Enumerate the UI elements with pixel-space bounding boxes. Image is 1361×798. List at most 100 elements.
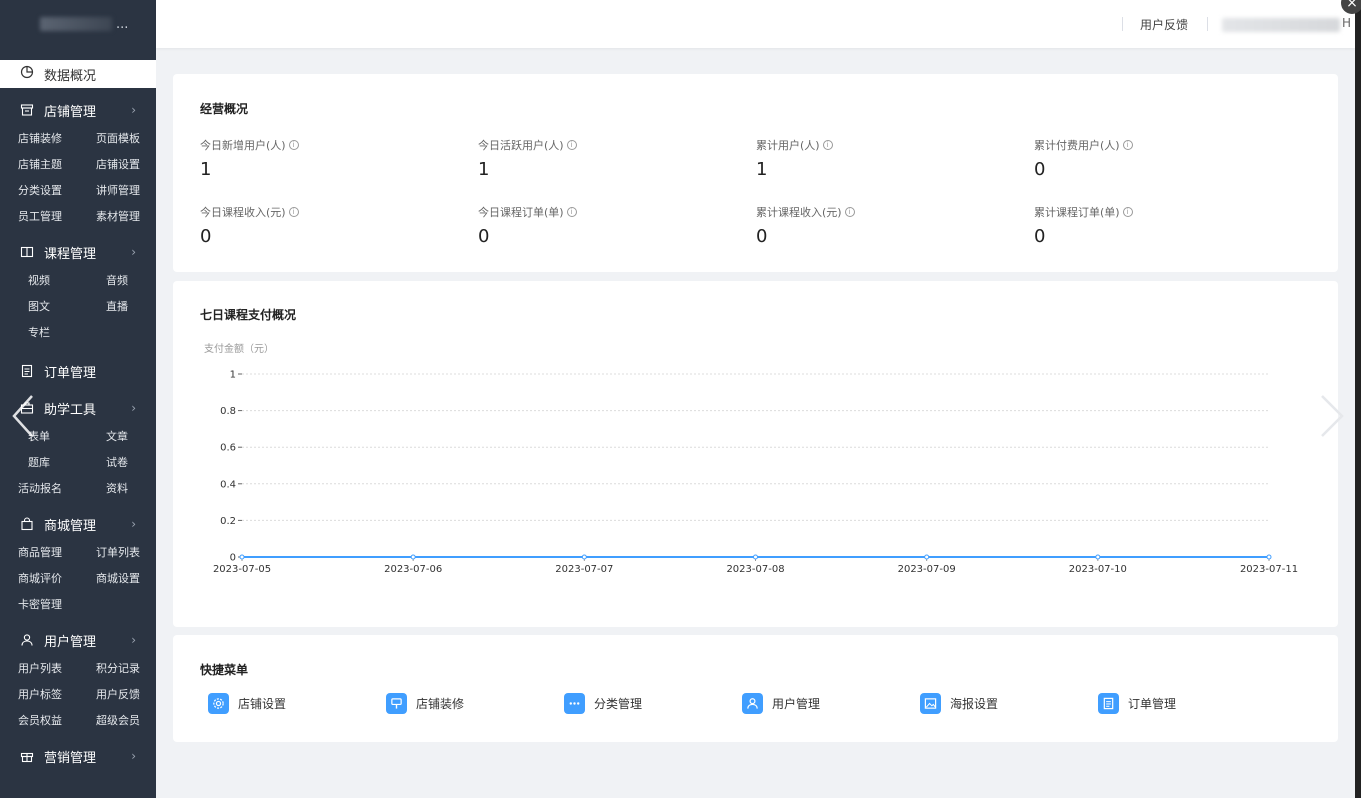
quick-order-management[interactable]: 订单管理 bbox=[1098, 693, 1176, 714]
seven-day-payment-card: 七日课程支付概况 支付金额（元） 0 0.2 0.4 0.6 0.8 1 2023-07-05… bbox=[173, 281, 1338, 627]
info-icon[interactable]: i bbox=[822, 140, 833, 150]
brand-name-blurred bbox=[40, 17, 112, 31]
metric-new-users-today: 今日新增用户(人) i 1 bbox=[200, 137, 299, 180]
order-icon bbox=[20, 364, 34, 378]
quick-label: 店铺设置 bbox=[238, 697, 287, 711]
sidebar-subitem[interactable]: 商品管理 bbox=[18, 540, 96, 566]
x-tick-label: 2023-07-08 bbox=[726, 564, 784, 575]
sidebar-section-users: 用户管理 › 用户列表 积分记录 用户标签 用户反馈 会员权益 超级会员 bbox=[0, 624, 156, 734]
payment-line-chart: 支付金额（元） 0 0.2 0.4 0.6 0.8 1 2023-07-05 2023-07-0… bbox=[204, 342, 1298, 575]
brand-logo[interactable]: ... bbox=[0, 0, 156, 48]
card-title: 经营概况 bbox=[200, 102, 249, 116]
metric-value: 0 bbox=[478, 226, 490, 247]
metric-active-users-today: 今日活跃用户(人) i 1 bbox=[478, 137, 577, 180]
quick-label: 用户管理 bbox=[772, 697, 821, 711]
info-icon[interactable]: i bbox=[566, 140, 577, 150]
metric-course-orders-today: 今日课程订单(单) i 0 bbox=[478, 204, 577, 247]
sidebar-subitem[interactable]: 素材管理 bbox=[96, 204, 156, 230]
sidebar-subitem[interactable]: 用户反馈 bbox=[96, 682, 156, 708]
shopping-bag-icon bbox=[20, 517, 34, 531]
gift-icon bbox=[20, 749, 34, 763]
sidebar-section-mall: 商城管理 › 商品管理 订单列表 商城评价 商城设置 卡密管理 bbox=[0, 508, 156, 618]
quick-store-settings[interactable]: 店铺设置 bbox=[208, 693, 286, 714]
quick-store-decoration[interactable]: 店铺装修 bbox=[386, 693, 464, 714]
sidebar-subitem[interactable]: 音频 bbox=[106, 268, 156, 294]
info-icon[interactable]: i bbox=[288, 140, 299, 150]
pie-chart-icon bbox=[20, 65, 34, 83]
sidebar-subitem[interactable]: 图文 bbox=[28, 294, 106, 320]
sidebar-subitem[interactable]: 试卷 bbox=[106, 450, 156, 476]
sidebar-subitem[interactable]: 活动报名 bbox=[18, 476, 96, 502]
info-icon[interactable]: i bbox=[566, 207, 577, 217]
sidebar-item-orders[interactable]: 订单管理 bbox=[0, 356, 156, 386]
sidebar-section-head-users[interactable]: 用户管理 › bbox=[0, 624, 156, 656]
sidebar-subitem[interactable]: 商城设置 bbox=[96, 566, 156, 592]
sidebar-section-head-marketing[interactable]: 营销管理 › bbox=[0, 740, 156, 772]
sidebar-subitem[interactable]: 页面模板 bbox=[96, 126, 156, 152]
quick-category-management[interactable]: 分类管理 bbox=[564, 693, 642, 714]
sidebar-subitem[interactable]: 店铺主题 bbox=[18, 152, 96, 178]
business-overview-card: 经营概况 今日新增用户(人) i 1 今日活跃用户(人) i 1 累计用户(人) i … bbox=[173, 74, 1338, 272]
sidebar-subitem[interactable]: 文章 bbox=[106, 424, 156, 450]
carousel-prev-arrow-icon[interactable] bbox=[10, 394, 36, 438]
sidebar-subitem[interactable]: 卡密管理 bbox=[18, 592, 96, 618]
info-icon[interactable]: i bbox=[1122, 140, 1133, 150]
y-tick-label: 0.2 bbox=[220, 516, 236, 527]
gear-icon bbox=[208, 693, 229, 714]
sidebar-subitem[interactable]: 讲师管理 bbox=[96, 178, 156, 204]
carousel-next-arrow-icon[interactable] bbox=[1318, 394, 1346, 438]
top-header: 用户反馈 H bbox=[156, 0, 1355, 48]
sidebar-subitem[interactable]: 分类设置 bbox=[18, 178, 96, 204]
sidebar-subitem[interactable]: 商城评价 bbox=[18, 566, 96, 592]
sidebar-subitem[interactable]: 积分记录 bbox=[96, 656, 156, 682]
sidebar-subitem[interactable]: 用户列表 bbox=[18, 656, 96, 682]
sidebar-subitem[interactable]: 视频 bbox=[28, 268, 106, 294]
sidebar-section-head-mall[interactable]: 商城管理 › bbox=[0, 508, 156, 540]
header-divider bbox=[1122, 17, 1123, 31]
data-point bbox=[753, 554, 758, 560]
sidebar-subitem[interactable]: 直播 bbox=[106, 294, 156, 320]
metric-value: 1 bbox=[756, 159, 768, 180]
sidebar-subitem[interactable]: 用户标签 bbox=[18, 682, 96, 708]
metric-total-course-orders: 累计课程订单(单) i 0 bbox=[1034, 204, 1133, 247]
info-icon[interactable]: i bbox=[288, 207, 299, 217]
sidebar-section-head-course[interactable]: 课程管理 › bbox=[0, 236, 156, 268]
sidebar-item-label: 数据概况 bbox=[44, 68, 97, 84]
document-icon bbox=[1098, 693, 1119, 714]
sidebar-subitem[interactable]: 员工管理 bbox=[18, 204, 96, 230]
user-icon bbox=[742, 693, 763, 714]
sidebar-subitem[interactable]: 表单 bbox=[28, 424, 106, 450]
sidebar-section-head-store[interactable]: 店铺管理 › bbox=[0, 94, 156, 126]
metric-label: 累计付费用户(人) bbox=[1034, 139, 1120, 152]
user-feedback-link[interactable]: 用户反馈 bbox=[1140, 16, 1188, 33]
sidebar-subitem[interactable]: 订单列表 bbox=[96, 540, 156, 566]
quick-poster-settings[interactable]: 海报设置 bbox=[920, 693, 998, 714]
data-point bbox=[410, 554, 416, 560]
user-account-blurred[interactable] bbox=[1222, 18, 1340, 32]
sidebar-subitem[interactable]: 超级会员 bbox=[96, 708, 156, 734]
quick-label: 订单管理 bbox=[1128, 697, 1177, 711]
metric-label: 今日新增用户(人) bbox=[200, 139, 286, 152]
sidebar-section-store: 店铺管理 › 店铺装修 页面模板 店铺主题 店铺设置 分类设置 讲师管理 员工管… bbox=[0, 94, 156, 230]
x-tick-label: 2023-07-11 bbox=[1240, 564, 1298, 575]
sidebar-subitem[interactable]: 专栏 bbox=[28, 320, 106, 346]
sidebar-subitem[interactable]: 资料 bbox=[96, 476, 156, 502]
y-tick-label: 0.6 bbox=[220, 443, 236, 454]
info-icon[interactable]: i bbox=[844, 207, 855, 217]
sidebar-section-title: 商城管理 bbox=[44, 518, 97, 534]
book-icon bbox=[20, 245, 34, 259]
sidebar-section-marketing: 营销管理 › bbox=[0, 740, 156, 772]
metric-total-users: 累计用户(人) i 1 bbox=[756, 137, 833, 180]
sidebar-subitem[interactable]: 店铺装修 bbox=[18, 126, 96, 152]
info-icon[interactable]: i bbox=[1122, 207, 1133, 217]
sidebar-subitem[interactable]: 题库 bbox=[28, 450, 106, 476]
x-tick-label: 2023-07-07 bbox=[555, 564, 613, 575]
x-tick-label: 2023-07-09 bbox=[898, 564, 956, 575]
metric-total-paying-users: 累计付费用户(人) i 0 bbox=[1034, 137, 1133, 180]
sidebar-subitem[interactable]: 店铺设置 bbox=[96, 152, 156, 178]
sidebar-section-title: 用户管理 bbox=[44, 634, 97, 650]
sidebar-item-data-overview[interactable]: 数据概况 bbox=[0, 60, 156, 88]
quick-user-management[interactable]: 用户管理 bbox=[742, 693, 820, 714]
sidebar-subitem[interactable]: 会员权益 bbox=[18, 708, 96, 734]
data-point bbox=[239, 554, 245, 560]
